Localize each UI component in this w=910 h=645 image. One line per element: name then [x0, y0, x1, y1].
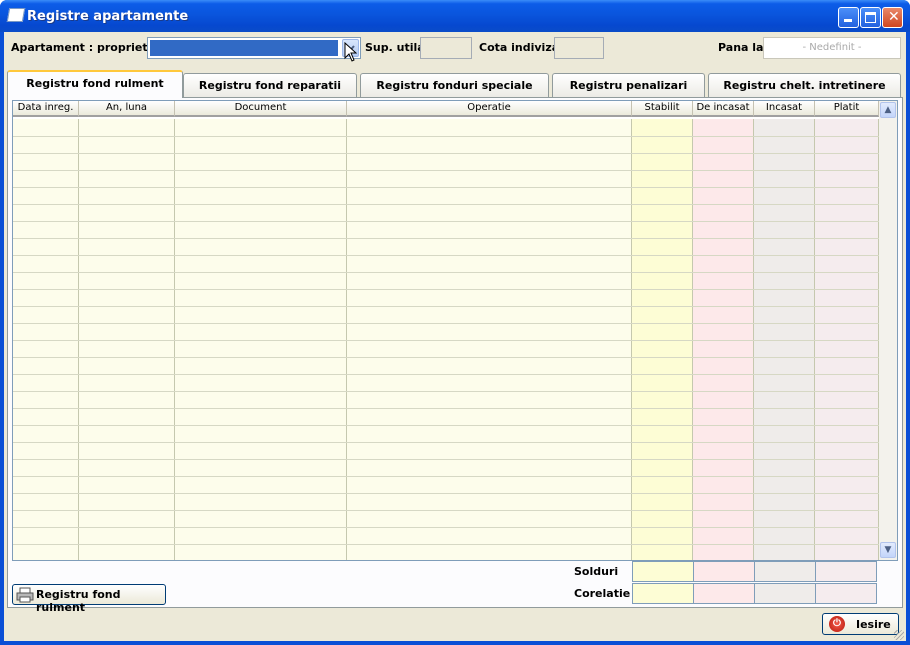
solduri-cell [815, 561, 877, 582]
grid-row-line [13, 255, 879, 256]
apartament-label: Apartament : proprietar [11, 41, 161, 54]
tab-registru-fond-rulment[interactable]: Registru fond rulment [7, 70, 183, 98]
grid-row-line [13, 187, 879, 188]
close-icon: ✕ [888, 9, 900, 25]
minimize-button[interactable] [838, 7, 859, 28]
window-title: Registre apartamente [27, 9, 189, 24]
apartament-selected-value [150, 40, 338, 56]
pana-la-label: Pana la [718, 41, 764, 54]
column-header-document[interactable]: Document [175, 101, 347, 117]
grid-row-line [13, 136, 879, 137]
print-registru-button[interactable]: Registru fond rulment [12, 584, 166, 614]
scroll-down-arrow-icon[interactable]: ▼ [880, 542, 896, 558]
solduri-cell [754, 561, 816, 582]
tab-registru-fond-reparatii[interactable]: Registru fond reparatii [183, 73, 357, 97]
power-icon: ⏻ [829, 616, 845, 632]
grid-row-line [13, 374, 879, 375]
grid-row-line [13, 476, 879, 477]
corelatie-cell [632, 583, 694, 604]
resize-grip-icon[interactable] [894, 630, 904, 640]
cota-indiviza-field [554, 37, 604, 59]
cota-indiviza-label: Cota indiviza [479, 41, 560, 54]
grid-row-line [13, 391, 879, 392]
pana-la-date-field[interactable]: - Nedefinit - [763, 37, 901, 59]
grid-row-line [13, 459, 879, 460]
sup-utila-field [420, 37, 472, 59]
printer-icon [16, 587, 34, 603]
column-header-stabilit[interactable]: Stabilit [632, 101, 693, 117]
exit-button[interactable]: ⏻ Iesire [822, 613, 899, 635]
sup-utila-label: Sup. utila [365, 41, 425, 54]
grid-row-line [13, 153, 879, 154]
column-header-de-incasat[interactable]: De incasat [693, 101, 754, 117]
tab-registru-fonduri-speciale[interactable]: Registru fonduri speciale [360, 73, 549, 97]
grid-row-line [13, 493, 879, 494]
corelatie-cell [693, 583, 755, 604]
column-header-operatie[interactable]: Operatie [347, 101, 632, 117]
solduri-label: Solduri [574, 565, 619, 578]
grid-row-line [13, 527, 879, 528]
grid-row-line [13, 425, 879, 426]
close-button[interactable]: ✕ [882, 7, 903, 28]
window-client: Apartament : proprietar Sup. utila Cota … [4, 32, 906, 641]
app-icon [6, 8, 26, 22]
grid-row-line [13, 272, 879, 273]
vertical-scrollbar[interactable]: ▲ ▼ [879, 101, 897, 560]
grid-row-line [13, 238, 879, 239]
grid-row-line [13, 340, 879, 341]
apartament-select[interactable] [147, 37, 361, 59]
exit-button-label: Iesire [856, 618, 891, 631]
scroll-up-arrow-icon[interactable]: ▲ [880, 102, 896, 118]
mouse-cursor-icon [344, 42, 357, 62]
corelatie-cell [754, 583, 816, 604]
grid-row-line [13, 442, 879, 443]
print-button-label: Registru fond rulment [36, 588, 121, 614]
maximize-icon [865, 12, 876, 23]
corelatie-label: Corelatie [574, 587, 631, 600]
column-header-platit[interactable]: Platit [815, 101, 879, 117]
column-header-an-luna[interactable]: An, luna [79, 101, 175, 117]
grid-row-line [13, 204, 879, 205]
title-bar[interactable]: Registre apartamente ✕ [0, 0, 910, 32]
maximize-button[interactable] [860, 7, 881, 28]
grid-row-line [13, 306, 879, 307]
tab-panel: Data inreg. An, luna Document Operatie S… [7, 97, 903, 614]
grid-row-line [13, 544, 879, 545]
solduri-cell [632, 561, 694, 582]
grid-row-line [13, 170, 879, 171]
register-grid[interactable]: Data inreg. An, luna Document Operatie S… [12, 100, 898, 561]
tab-registru-penalizari[interactable]: Registru penalizari [552, 73, 705, 97]
tab-registru-chelt-intretinere[interactable]: Registru chelt. intretinere [708, 73, 901, 97]
grid-row-line [13, 408, 879, 409]
grid-row-line [13, 221, 879, 222]
column-header-incasat[interactable]: Incasat [754, 101, 815, 117]
grid-row-line [13, 510, 879, 511]
grid-row-line [13, 323, 879, 324]
main-window: Registre apartamente ✕ Apartament : prop… [0, 0, 910, 645]
grid-row-line [13, 289, 879, 290]
column-header-data-inreg[interactable]: Data inreg. [13, 101, 79, 117]
minimize-icon [844, 19, 852, 22]
grid-row-line [13, 357, 879, 358]
corelatie-cell [815, 583, 877, 604]
solduri-cell [693, 561, 755, 582]
